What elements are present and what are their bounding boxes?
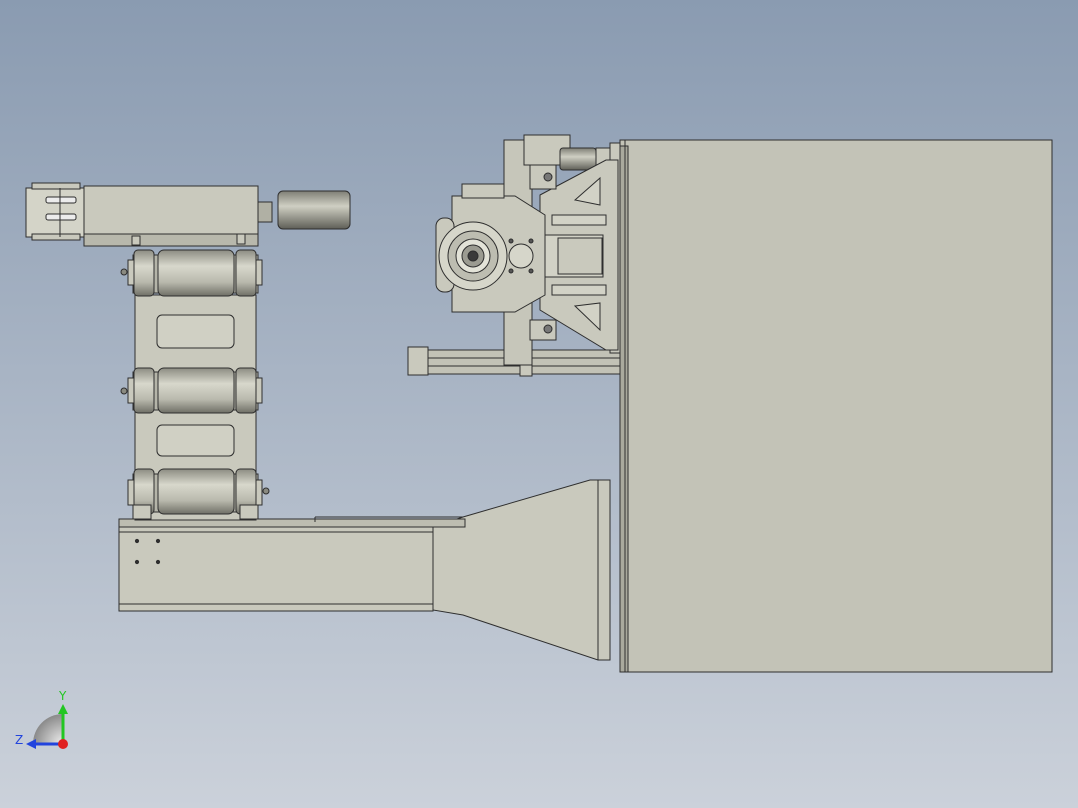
top-left-actuator[interactable] <box>25 182 351 247</box>
y-axis-label: Y <box>58 689 67 703</box>
gearbox-mount[interactable] <box>407 134 621 377</box>
tapered-bracket[interactable] <box>432 479 611 661</box>
base-plate[interactable] <box>619 139 1053 673</box>
roller-top[interactable] <box>120 249 263 297</box>
x-axis-dot <box>58 739 68 749</box>
assembly-model[interactable]: Y Z <box>0 0 1078 808</box>
cad-viewport[interactable]: Y Z <box>0 0 1078 808</box>
z-axis-label: Z <box>15 733 23 747</box>
orientation-triad: Y Z <box>15 689 68 749</box>
roller-middle[interactable] <box>120 367 263 414</box>
lower-beam[interactable] <box>118 516 466 612</box>
roller-bottom[interactable] <box>127 468 270 520</box>
